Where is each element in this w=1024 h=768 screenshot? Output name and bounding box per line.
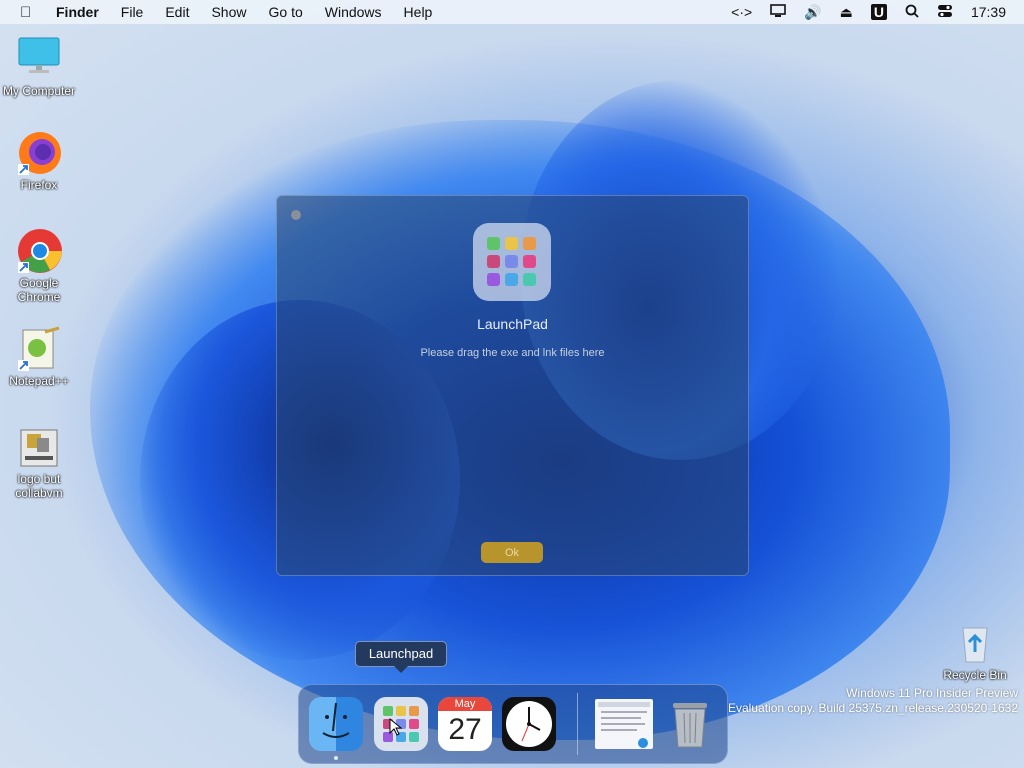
monitor-icon xyxy=(17,36,61,80)
chrome-icon xyxy=(17,228,62,273)
desktop-icon-label: Google Chrome xyxy=(17,276,61,304)
dock-separator xyxy=(577,693,578,755)
calendar-month: May xyxy=(438,697,492,711)
dock: May 27 xyxy=(298,684,728,764)
trash-icon xyxy=(673,703,707,748)
desktop-icon-label: Recycle Bin xyxy=(943,668,1007,682)
code-icon[interactable]: <·> xyxy=(731,4,752,20)
dock-item-launchpad[interactable] xyxy=(374,697,428,751)
menu-show[interactable]: Show xyxy=(211,4,246,20)
setup-icon xyxy=(17,424,61,468)
volume-icon[interactable]: 🔊 xyxy=(804,4,821,21)
dock-item-calendar[interactable]: May 27 xyxy=(438,697,492,751)
notepadpp-icon xyxy=(17,326,61,371)
desktop-icon-recycle-bin[interactable]: Recycle Bin xyxy=(935,620,1015,682)
recycle-bin-icon xyxy=(953,620,997,664)
dock-item-clock[interactable] xyxy=(502,697,556,751)
u-app-icon[interactable]: U xyxy=(870,4,887,20)
watermark-line-1: Windows 11 Pro Insider Preview xyxy=(846,686,1018,700)
calendar-icon: May 27 xyxy=(438,697,492,751)
dialog-message: Please drag the exe and lnk files here xyxy=(420,347,605,359)
desktop-icon-label: Notepad++ xyxy=(9,374,69,388)
ok-button[interactable]: Ok xyxy=(481,542,543,563)
window-preview-icon xyxy=(598,702,650,748)
menu-edit[interactable]: Edit xyxy=(165,4,189,20)
launchpad-app-icon xyxy=(473,223,551,301)
menu-app-name[interactable]: Finder xyxy=(56,4,99,20)
menu-go-to[interactable]: Go to xyxy=(269,4,303,20)
menu-help[interactable]: Help xyxy=(404,4,433,20)
firefox-icon xyxy=(17,130,61,175)
desktop-icon-my-computer[interactable]: My Computer xyxy=(0,36,79,98)
desktop-icon-notepadpp[interactable]: Notepad++ xyxy=(0,326,79,388)
running-indicator xyxy=(334,756,338,760)
dock-item-finder[interactable] xyxy=(309,697,363,751)
menu-clock[interactable]: 17:39 xyxy=(971,4,1006,20)
launchpad-dialog: LaunchPad Please drag the exe and lnk fi… xyxy=(276,195,749,576)
launchpad-icon xyxy=(383,706,419,742)
desktop-icon-chrome[interactable]: Google Chrome xyxy=(0,228,79,304)
dock-tooltip: Launchpad xyxy=(355,641,447,673)
display-icon[interactable] xyxy=(770,3,786,21)
control-center-icon[interactable] xyxy=(937,4,953,21)
menu-windows[interactable]: Windows xyxy=(325,4,382,20)
desktop-icon-label: My Computer xyxy=(2,84,76,98)
close-button[interactable] xyxy=(291,210,301,220)
desktop-icon-label: Firefox xyxy=(20,178,58,192)
desktop-icon-label: logo but collabvm xyxy=(15,472,63,500)
clock-icon xyxy=(506,701,552,747)
dock-item-window-preview[interactable] xyxy=(595,699,653,749)
desktop-icon-firefox[interactable]: Firefox xyxy=(0,130,79,192)
eject-icon[interactable]: ⏏ xyxy=(840,4,853,21)
finder-icon xyxy=(322,702,350,738)
menu-bar:  Finder File Edit Show Go to Windows He… xyxy=(0,0,1024,24)
desktop-icon-logo-collabvm[interactable]: logo but collabvm xyxy=(0,424,79,500)
status-area: <·> 🔊 ⏏ U 17:39 xyxy=(731,0,1024,24)
search-icon[interactable] xyxy=(905,4,919,21)
dock-item-trash[interactable] xyxy=(663,697,717,751)
watermark-line-2: Evaluation copy. Build 25375.zn_release.… xyxy=(728,701,1018,715)
dialog-title: LaunchPad xyxy=(477,316,548,332)
menu-file[interactable]: File xyxy=(121,4,144,20)
apple-icon[interactable]:  xyxy=(20,4,40,21)
calendar-day: 27 xyxy=(448,713,482,746)
